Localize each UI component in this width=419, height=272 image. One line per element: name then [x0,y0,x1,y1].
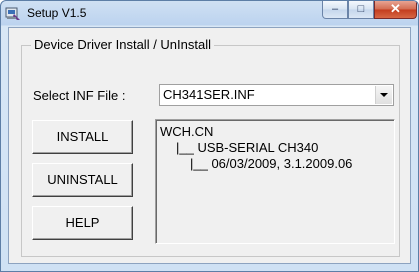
title-bar[interactable]: Setup V1.5 – □ ✕ [1,1,418,27]
inf-file-select[interactable]: CH341SER.INF [159,84,394,106]
chevron-down-icon[interactable] [375,86,392,104]
minimize-button[interactable]: – [322,1,348,19]
close-icon: ✕ [390,1,401,16]
driver-group-box: Device Driver Install / UnInstall Select… [21,37,400,257]
close-button[interactable]: ✕ [374,1,417,19]
dialog-client-area: Device Driver Install / UnInstall Select… [8,27,411,264]
maximize-button[interactable]: □ [348,1,374,19]
maximize-icon: □ [357,3,365,15]
minimize-icon: – [331,3,339,15]
inf-file-value: CH341SER.INF [163,87,255,102]
setup-app-icon [5,7,20,20]
window-title: Setup V1.5 [27,6,87,20]
uninstall-button[interactable]: UNINSTALL [32,163,133,197]
version-line: |__ 06/03/2009, 3.1.2009.06 [190,156,353,171]
setup-window: Setup V1.5 – □ ✕ Device Driver Install /… [0,0,419,272]
install-button[interactable]: INSTALL [32,120,133,154]
inf-file-label: Select INF File : [33,88,126,103]
driver-info-panel: WCH.CN |__ USB-SERIAL CH340 |__ 06/03/20… [155,119,395,244]
device-line: |__ USB-SERIAL CH340 [176,140,319,155]
group-caption: Device Driver Install / UnInstall [31,37,214,53]
help-button[interactable]: HELP [32,206,133,240]
vendor-line: WCH.CN [160,124,214,139]
